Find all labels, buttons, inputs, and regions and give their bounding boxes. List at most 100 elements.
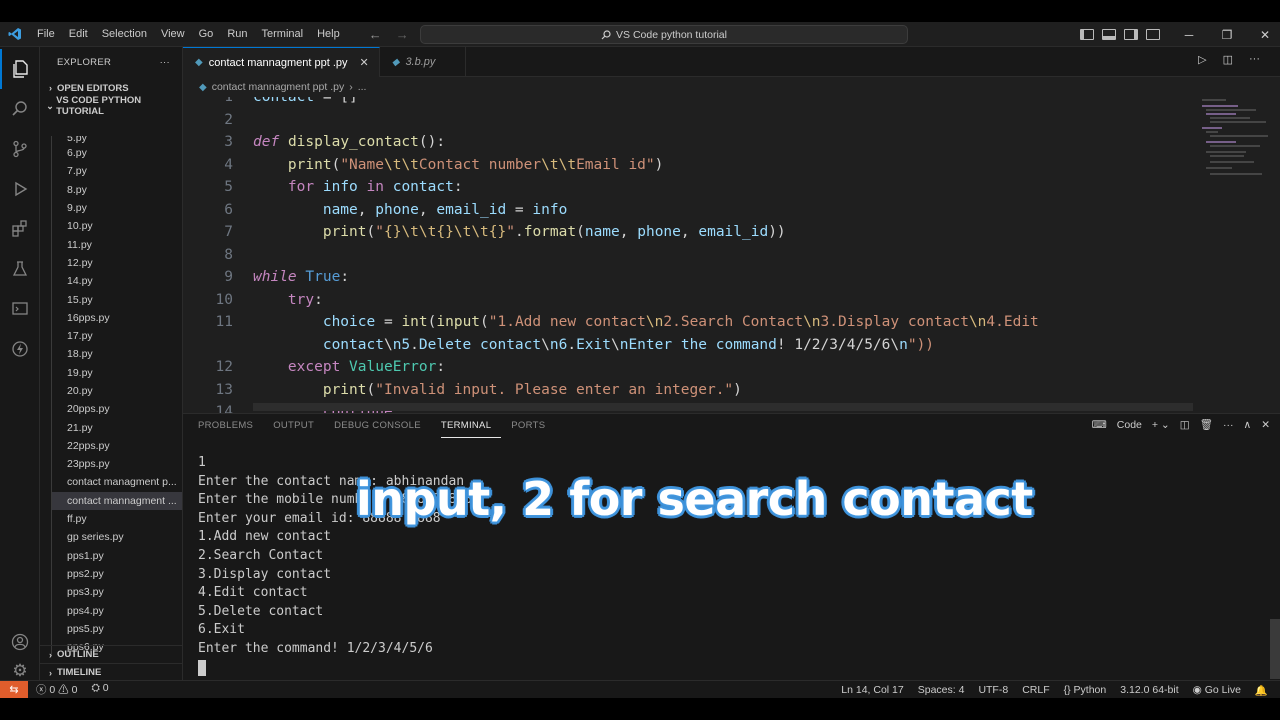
menu-item-go[interactable]: Go — [192, 22, 221, 47]
indentation[interactable]: Spaces: 4 — [918, 684, 965, 696]
menu-item-run[interactable]: Run — [220, 22, 254, 47]
workspace-folder-section[interactable]: ⌄ VS CODE PYTHON TUTORIAL — [40, 95, 182, 117]
code-line[interactable]: 1 contact = [] — [183, 97, 1193, 109]
file-item[interactable]: 17.py — [51, 326, 182, 346]
code-line[interactable]: 6 name, phone, email_id = info — [183, 199, 1193, 222]
close-panel-icon[interactable]: ✕ — [1261, 419, 1270, 431]
command-center-search[interactable]: VS Code python tutorial — [420, 25, 908, 44]
code-line[interactable]: 10 try: — [183, 289, 1193, 312]
file-item[interactable]: pps2.py — [51, 564, 182, 584]
menu-item-selection[interactable]: Selection — [95, 22, 154, 47]
terminal-shell-label[interactable]: Code — [1117, 419, 1142, 431]
breadcrumb-more[interactable]: ... — [358, 81, 367, 93]
file-item[interactable]: 10.py — [51, 217, 182, 236]
file-item[interactable]: contact mannagment ... — [51, 491, 182, 510]
file-item[interactable]: 11.py — [51, 235, 182, 254]
source-control-icon[interactable] — [0, 129, 40, 169]
toggle-primary-sidebar-icon[interactable] — [1080, 29, 1094, 40]
file-item[interactable]: 18.py — [51, 345, 182, 364]
outline-section[interactable]: › OUTLINE — [40, 645, 182, 663]
tab-problems[interactable]: PROBLEMS — [198, 414, 263, 438]
more-actions-icon[interactable]: ··· — [1223, 419, 1234, 431]
notifications-bell-icon[interactable]: 🔔 — [1255, 684, 1268, 697]
tab-3b[interactable]: ◆ 3.b.py — [380, 47, 466, 77]
code-line[interactable]: 4 print("Name\t\tContact number\t\tEmail… — [183, 154, 1193, 177]
file-item[interactable]: pps1.py — [51, 546, 182, 565]
new-terminal-icon[interactable]: + ⌄ — [1152, 419, 1170, 431]
code-line[interactable]: contact\n5.Delete contact\n6.Exit\nEnter… — [183, 334, 1193, 357]
file-item[interactable]: ff.py — [51, 509, 182, 529]
code-editor[interactable]: 14 continue13 print("Invalid input. Plea… — [183, 97, 1280, 413]
run-debug-icon[interactable] — [0, 169, 40, 209]
search-icon[interactable] — [0, 89, 40, 129]
back-arrow-icon[interactable]: ← — [369, 27, 382, 42]
customize-layout-icon[interactable] — [1146, 29, 1160, 40]
menu-item-view[interactable]: View — [154, 22, 192, 47]
toggle-panel-icon[interactable] — [1102, 29, 1116, 40]
forward-arrow-icon[interactable]: → — [396, 27, 409, 42]
file-item[interactable]: 23pps.py — [51, 455, 182, 474]
more-actions-icon[interactable]: ··· — [160, 57, 170, 68]
cursor-position[interactable]: Ln 14, Col 17 — [841, 684, 903, 696]
menu-item-terminal[interactable]: Terminal — [255, 22, 311, 47]
remote-explorer-icon[interactable] — [0, 289, 40, 329]
language-mode[interactable]: {} Python — [1064, 684, 1107, 696]
maximize-panel-icon[interactable]: ∧ — [1244, 419, 1252, 431]
account-icon[interactable] — [0, 622, 40, 662]
tab-output[interactable]: OUTPUT — [273, 414, 324, 438]
code-line[interactable]: 3 def display_contact(): — [183, 131, 1193, 154]
testing-icon[interactable] — [0, 249, 40, 289]
file-item[interactable]: 9.py — [51, 198, 182, 218]
split-editor-icon[interactable]: ◫ — [1223, 53, 1233, 66]
timeline-section[interactable]: › TIMELINE — [40, 663, 182, 680]
python-interpreter[interactable]: 3.12.0 64-bit — [1120, 684, 1178, 696]
file-item[interactable]: pps3.py — [51, 583, 182, 602]
minimize-icon[interactable]: ─ — [1170, 28, 1208, 42]
restore-icon[interactable]: ❐ — [1208, 28, 1246, 42]
remote-indicator-icon[interactable]: ⇆ — [0, 680, 28, 698]
terminal-scrollbar[interactable] — [1270, 619, 1280, 679]
menu-item-file[interactable]: File — [30, 22, 62, 47]
menu-item-edit[interactable]: Edit — [62, 22, 95, 47]
file-item[interactable]: pps5.py — [51, 619, 182, 639]
manage-gear-icon[interactable]: ⚙ — [0, 661, 40, 680]
file-item[interactable]: gp series.py — [51, 528, 182, 547]
file-item[interactable]: pps4.py — [51, 601, 182, 620]
close-icon[interactable]: ✕ — [360, 56, 369, 69]
code-line[interactable]: 7 print("{}\t\t{}\t\t{}".format(name, ph… — [183, 221, 1193, 244]
code-line[interactable]: 8 — [183, 244, 1193, 267]
file-item[interactable]: 12.py — [51, 253, 182, 273]
file-item[interactable]: 7.py — [51, 162, 182, 181]
file-item[interactable]: 22pps.py — [51, 436, 182, 456]
breadcrumb-file[interactable]: contact mannagment ppt .py — [212, 81, 345, 93]
code-line[interactable]: 11 choice = int(input("1.Add new contact… — [183, 311, 1193, 334]
more-actions-icon[interactable]: ··· — [1249, 53, 1260, 66]
tab-contact-mannagment-ppt[interactable]: ◆ contact mannagment ppt .py ✕ — [183, 47, 380, 77]
file-item[interactable]: 15.py — [51, 290, 182, 309]
file-item[interactable]: 20.py — [51, 381, 182, 401]
minimap[interactable] — [1198, 97, 1270, 187]
go-live-button[interactable]: ◉ Go Live — [1193, 684, 1241, 696]
tab-terminal[interactable]: TERMINAL — [440, 414, 502, 438]
code-line[interactable]: 2 — [183, 109, 1193, 132]
close-window-icon[interactable]: ✕ — [1246, 28, 1280, 42]
split-terminal-icon[interactable]: ◫ — [1180, 419, 1190, 431]
tab-debug-console[interactable]: DEBUG CONSOLE — [334, 414, 431, 438]
file-item[interactable]: 14.py — [51, 272, 182, 291]
file-item[interactable]: 16pps.py — [51, 308, 182, 327]
file-item[interactable]: 21.py — [51, 418, 182, 437]
encoding[interactable]: UTF-8 — [978, 684, 1008, 696]
explorer-icon[interactable] — [0, 49, 40, 89]
file-item[interactable]: 6.py — [51, 144, 182, 163]
ports-indicator[interactable]: ⛭ 0 — [91, 682, 108, 697]
problems-indicator[interactable]: ⓧ 0 ⚠ 0 — [36, 682, 77, 697]
file-item[interactable]: 19.py — [51, 363, 182, 382]
code-line[interactable]: 12 except ValueError: — [183, 356, 1193, 379]
thunder-client-icon[interactable] — [0, 329, 40, 369]
code-line[interactable]: 13 print("Invalid input. Please enter an… — [183, 379, 1193, 402]
file-item[interactable]: 8.py — [51, 180, 182, 199]
file-item[interactable]: contact managment p... — [51, 473, 182, 492]
menu-item-help[interactable]: Help — [310, 22, 347, 47]
code-line[interactable]: 5 for info in contact: — [183, 176, 1193, 199]
horizontal-scrollbar[interactable] — [253, 403, 1193, 411]
